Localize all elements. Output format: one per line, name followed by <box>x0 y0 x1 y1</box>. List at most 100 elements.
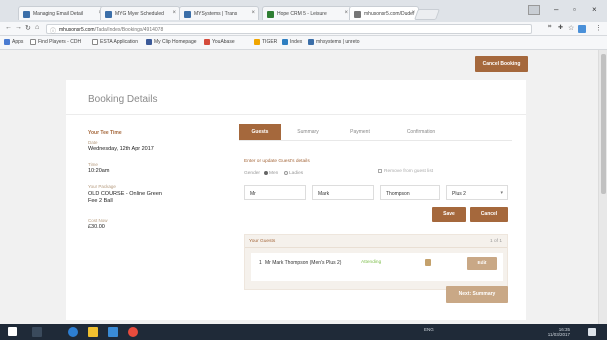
language-indicator[interactable]: ENG <box>424 327 434 332</box>
date-label: Date <box>88 140 98 145</box>
guest-row: 1 Mr Mark Thompson (Men's Plus 2) Attend… <box>251 253 503 281</box>
file-explorer-icon[interactable] <box>88 327 98 337</box>
tee-time-heading: Your Tee Time <box>88 130 122 136</box>
apps-icon <box>4 39 10 45</box>
booking-steps: Guests Summary Payment Confirmation <box>239 124 512 141</box>
cancel-booking-button[interactable]: Cancel Booking <box>475 56 528 72</box>
first-name-input[interactable]: Mark <box>312 185 374 200</box>
bookmark-apps[interactable]: Apps <box>4 39 23 45</box>
bookmark-find-players[interactable]: Find Players - CDH <box>30 39 81 45</box>
extension-icon[interactable]: ✚ <box>558 24 563 31</box>
page-title: Booking Details <box>88 94 158 105</box>
browser-tab-5-active[interactable]: mhusonsr5.com/Dude/ × <box>349 6 419 20</box>
taskbar: ENG 16:35 11/03/2017 <box>0 324 607 340</box>
checkbox-icon <box>378 169 382 173</box>
home-icon[interactable]: ⌂ <box>35 24 39 31</box>
menu-icon[interactable]: ⋮ <box>595 24 602 32</box>
guest-number: 1 <box>259 260 262 266</box>
close-window-icon[interactable]: × <box>592 5 597 14</box>
url-host: mhusonsr5.com <box>59 27 95 33</box>
cancel-button[interactable]: Cancel <box>470 207 508 222</box>
guests-heading: Your Guests 1 of 1 <box>245 235 507 248</box>
bookmark-tiger[interactable]: TIGER <box>254 39 277 45</box>
maximize-icon[interactable]: ▫ <box>573 5 576 14</box>
bookmarks-bar: Apps Find Players - CDH ESTA Application… <box>0 36 607 50</box>
reload-icon[interactable]: ↻ <box>25 24 31 32</box>
title-input[interactable]: Mr <box>244 185 306 200</box>
radio-selected-icon <box>264 171 268 175</box>
cost-value: £30.00 <box>88 224 105 230</box>
close-tab-icon[interactable]: × <box>172 10 176 16</box>
booking-details-card: Booking Details Your Tee Time Date Wedne… <box>66 80 526 320</box>
page-scrollbar[interactable] <box>598 50 607 324</box>
url-path: /Tada/Index/Bookings/4914078 <box>94 27 164 33</box>
guests-count: 1 of 1 <box>489 239 502 244</box>
start-icon[interactable] <box>8 327 17 336</box>
gender-ladies-radio[interactable]: Ladies <box>284 171 303 176</box>
browser-tab-2[interactable]: MYG Myer Scheduled × <box>100 6 180 20</box>
tab-favicon-icon <box>267 11 274 18</box>
minimize-icon[interactable]: – <box>554 5 558 14</box>
package-value: OLD COURSE - Online Green Fee 2 Ball <box>88 191 162 204</box>
time-value: 10:20am <box>88 168 110 174</box>
last-name-input[interactable]: Thompson <box>380 185 440 200</box>
task-view-icon[interactable] <box>32 327 42 337</box>
bookmark-youabase[interactable]: YouAbase <box>204 39 235 45</box>
forward-icon[interactable]: → <box>15 24 22 31</box>
tab-favicon-icon <box>184 11 191 18</box>
clock[interactable]: 16:35 11/03/2017 <box>540 327 570 337</box>
save-button[interactable]: Save <box>432 207 466 222</box>
plus-select[interactable]: Plus 2 ▾ <box>446 185 508 200</box>
address-toolbar: ← → ↻ ⌂ ⓘ mhusonsr5.com/Tada/Index/Booki… <box>0 22 607 36</box>
outlook-icon[interactable] <box>108 327 118 337</box>
tab-summary[interactable]: Summary <box>283 124 333 140</box>
remove-from-guest-list-checkbox[interactable]: Remove from guest list <box>378 169 433 174</box>
translate-icon[interactable]: ⌗ <box>548 24 551 31</box>
gender-men-radio[interactable]: Men <box>264 171 278 176</box>
tab-guests[interactable]: Guests <box>239 124 281 140</box>
tab-label: MYSystems | Trans <box>194 11 238 17</box>
cost-label: Cost Now <box>88 218 108 223</box>
bookmark-star-icon[interactable]: ☆ <box>568 24 574 32</box>
browser-tab-4[interactable]: Hope CRM 5 - Leisure × <box>262 6 352 20</box>
tab-favicon-icon <box>354 11 361 18</box>
info-icon: ⓘ <box>50 29 57 35</box>
guest-details-hint: Enter or update Guest's details <box>244 159 310 164</box>
bookmark-favicon-icon <box>308 39 314 45</box>
next-summary-button[interactable]: Next: Summary <box>446 286 508 303</box>
page-icon <box>30 39 36 45</box>
radio-unselected-icon <box>284 171 288 175</box>
bookmark-favicon-icon <box>146 39 152 45</box>
notifications-icon[interactable] <box>588 328 596 336</box>
browser-tab-3[interactable]: MYSystems | Trans × <box>179 6 259 20</box>
bookmark-index[interactable]: Index <box>282 39 302 45</box>
chevron-down-icon: ▾ <box>500 190 503 196</box>
tab-label: Managing Email Detail <box>33 11 84 17</box>
bookmark-favicon-icon <box>282 39 288 45</box>
bookmark-esta[interactable]: ESTA Application <box>92 39 138 45</box>
tab-favicon-icon <box>105 11 112 18</box>
edit-guest-button[interactable]: Edit <box>467 257 497 270</box>
account-icon[interactable] <box>578 25 586 33</box>
browser-tab-bar: Managing Email Detail × MYG Myer Schedul… <box>0 0 607 22</box>
tab-confirmation[interactable]: Confirmation <box>389 124 453 140</box>
new-tab-button[interactable] <box>413 9 441 20</box>
chrome-icon[interactable] <box>128 327 138 337</box>
url-bar[interactable]: ⓘ mhusonsr5.com/Tada/Index/Bookings/4914… <box>46 24 532 35</box>
back-icon[interactable]: ← <box>5 24 12 31</box>
user-profile-icon[interactable] <box>528 5 540 15</box>
page-icon <box>92 39 98 45</box>
close-tab-icon[interactable]: × <box>251 10 255 16</box>
guest-name: Mr Mark Thompson (Men's Plus 2) <box>265 260 342 266</box>
bookmark-mhsystems[interactable]: mhsystems | unreto <box>308 39 360 45</box>
your-guests-panel: Your Guests 1 of 1 1 Mr Mark Thompson (Me… <box>244 234 508 290</box>
bookmark-my-clip[interactable]: My Clip Homepage <box>146 39 197 45</box>
ie-icon[interactable] <box>68 327 78 337</box>
browser-tab-1[interactable]: Managing Email Detail × <box>18 6 106 20</box>
scrollbar-thumb[interactable] <box>601 54 606 194</box>
close-tab-icon[interactable]: × <box>344 10 348 16</box>
delete-icon[interactable] <box>425 259 431 266</box>
date-value: Wednesday, 12th Apr 2017 <box>88 146 154 152</box>
tab-payment[interactable]: Payment <box>335 124 385 140</box>
guest-status: Attending <box>361 260 382 265</box>
